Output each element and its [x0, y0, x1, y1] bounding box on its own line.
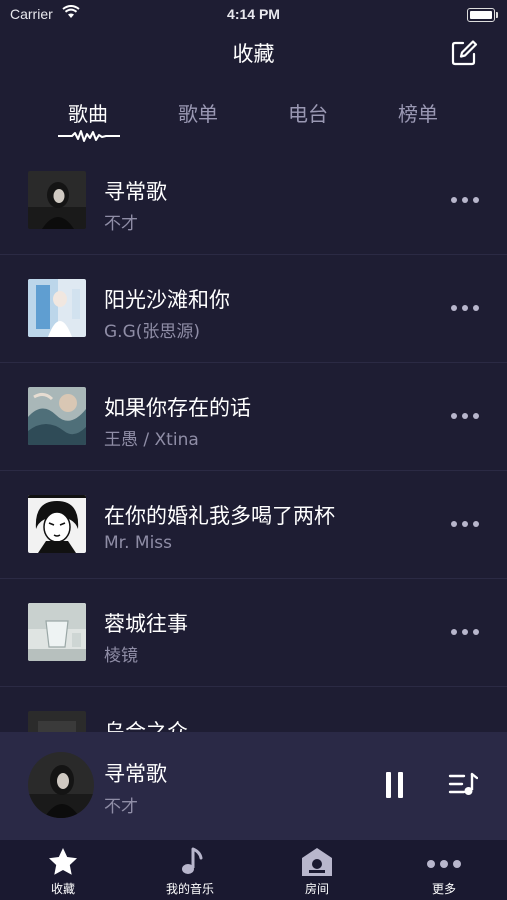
tab-room[interactable]: 房间: [254, 840, 380, 900]
song-title: 寻常歌: [104, 180, 167, 204]
pause-icon[interactable]: [382, 772, 406, 800]
tab-label: 更多: [431, 882, 456, 896]
page-title: 收藏: [232, 42, 275, 66]
tab-songs[interactable]: 歌曲: [38, 98, 138, 127]
music-note-icon: [127, 846, 253, 878]
tab-more[interactable]: 更多: [381, 840, 507, 900]
now-playing-artist: 不才: [104, 797, 138, 817]
song-artist: 不才: [104, 214, 138, 234]
more-options-icon[interactable]: [451, 518, 479, 530]
album-cover: [28, 603, 86, 661]
active-tab-waveform-indicator: [58, 128, 120, 147]
album-cover: [28, 495, 86, 553]
song-title: 乌合之众: [104, 720, 188, 732]
list-item[interactable]: 阳光沙滩和你 G.G(张思源): [0, 254, 507, 363]
tab-favorites[interactable]: 收藏: [0, 840, 126, 900]
album-cover: [28, 279, 86, 337]
tab-label: 房间: [304, 882, 329, 896]
album-cover: [28, 711, 86, 732]
song-artist: 棱镜: [104, 646, 138, 666]
list-item[interactable]: 在你的婚礼我多喝了两杯 Mr. Miss: [0, 470, 507, 579]
list-item[interactable]: 寻常歌 不才: [0, 146, 507, 255]
battery-icon: [467, 8, 498, 22]
song-title: 蓉城往事: [104, 612, 188, 636]
more-options-icon[interactable]: [451, 302, 479, 314]
tab-label: 我的音乐: [165, 882, 214, 896]
clock: 4:14 PM: [227, 6, 280, 22]
now-playing-bar[interactable]: 寻常歌 不才: [0, 732, 507, 840]
tab-radio[interactable]: 电台: [258, 98, 358, 127]
status-bar: Carrier 4:14 PM: [0, 0, 507, 28]
now-playing-cover: [28, 752, 94, 818]
playlist-icon[interactable]: [448, 770, 479, 804]
more-options-icon[interactable]: [451, 194, 479, 206]
category-tabs: 歌曲 歌单 电台 榜单: [0, 94, 507, 150]
list-item[interactable]: 蓉城往事 棱镜: [0, 578, 507, 687]
navigation-bar: 收藏: [0, 28, 507, 78]
tab-playlists[interactable]: 歌单: [148, 98, 248, 127]
edit-icon[interactable]: [449, 38, 479, 68]
list-item[interactable]: 乌合之众: [0, 686, 507, 732]
tab-my-music[interactable]: 我的音乐: [127, 840, 253, 900]
album-cover: [28, 387, 86, 445]
song-title: 阳光沙滩和你: [104, 288, 230, 312]
more-options-icon[interactable]: [451, 626, 479, 638]
more-icon: [381, 846, 507, 878]
tab-charts[interactable]: 榜单: [368, 98, 468, 127]
star-icon: [0, 846, 126, 878]
album-cover: [28, 171, 86, 229]
song-title: 如果你存在的话: [104, 396, 251, 420]
song-artist: 王愚 / Xtina: [104, 430, 199, 450]
song-artist: Mr. Miss: [104, 533, 173, 553]
list-item[interactable]: 如果你存在的话 王愚 / Xtina: [0, 362, 507, 471]
song-list: 寻常歌 不才 阳光沙滩和你 G.G(张思源) 如果你存在的话 王愚 / Xtin…: [0, 146, 507, 732]
bottom-tab-bar: 收藏 我的音乐 房间 更多: [0, 840, 507, 900]
house-icon: [254, 846, 380, 878]
more-options-icon[interactable]: [451, 410, 479, 422]
song-title: 在你的婚礼我多喝了两杯: [104, 504, 335, 528]
song-artist: G.G(张思源): [104, 322, 201, 342]
tab-label: 收藏: [50, 882, 75, 896]
now-playing-title: 寻常歌: [104, 762, 167, 786]
